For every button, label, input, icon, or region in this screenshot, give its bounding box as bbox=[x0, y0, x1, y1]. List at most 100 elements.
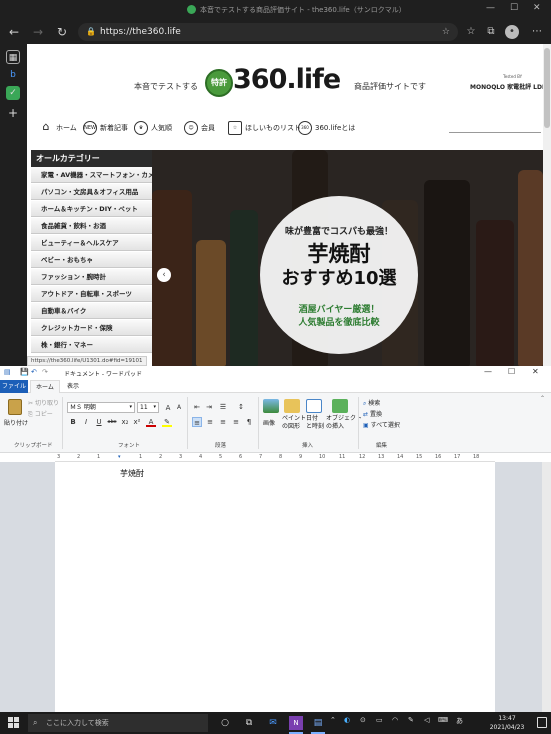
copy-button[interactable]: ⎘ コピー bbox=[28, 409, 53, 419]
network-icon[interactable]: ⊙ bbox=[360, 716, 366, 724]
wp-close-icon[interactable]: ✕ bbox=[532, 367, 539, 376]
bing-icon[interactable]: b bbox=[6, 68, 20, 82]
grow-font-icon[interactable]: A bbox=[163, 403, 173, 413]
underline-icon[interactable]: U bbox=[94, 417, 104, 427]
category-item[interactable]: 株・銀行・マネー bbox=[31, 337, 152, 353]
paint-drawing-icon[interactable] bbox=[284, 399, 300, 413]
category-item[interactable]: アウトドア・自転車・スポーツ bbox=[31, 286, 152, 302]
ime-indicator[interactable]: あ bbox=[456, 716, 463, 726]
text-color-icon[interactable]: A bbox=[146, 417, 156, 427]
insert-picture-button[interactable]: 画像 bbox=[263, 418, 275, 427]
maximize-icon[interactable]: ☐ bbox=[510, 3, 518, 13]
category-item[interactable]: ホーム＆キッチン・DIY・ペット bbox=[31, 201, 152, 217]
justify-icon[interactable]: ≡ bbox=[231, 417, 241, 427]
mail-icon[interactable]: ✉ bbox=[266, 716, 280, 730]
datetime-button[interactable]: 日付 と時刻 bbox=[306, 415, 324, 431]
onenote-icon[interactable]: N bbox=[289, 716, 303, 730]
decrease-indent-icon[interactable]: ⇤ bbox=[192, 402, 202, 412]
tab-home[interactable]: ホーム bbox=[30, 380, 60, 393]
profile-avatar-icon[interactable]: • bbox=[505, 25, 519, 39]
notification-icon[interactable] bbox=[537, 717, 547, 728]
new-tab-icon[interactable]: + bbox=[6, 106, 20, 120]
nav-home[interactable]: ⌂ ホーム bbox=[39, 120, 77, 136]
paint-drawing-button[interactable]: ペイント の図形 bbox=[282, 415, 306, 431]
italic-icon[interactable]: I bbox=[81, 417, 91, 427]
line-spacing-icon[interactable]: ↕ bbox=[236, 402, 246, 412]
show-hidden-icons-icon[interactable]: ⌃ bbox=[330, 716, 336, 724]
favorite-star-icon[interactable]: ☆ bbox=[442, 23, 450, 41]
task-view-icon[interactable]: ⧉ bbox=[242, 716, 256, 730]
ribbon-collapse-icon[interactable]: ⌃ bbox=[540, 395, 545, 402]
nav-wishlist[interactable]: ☆ ほしいものリスト bbox=[228, 120, 301, 136]
document-page[interactable]: 芋焼酎 bbox=[55, 462, 495, 712]
clock[interactable]: 13:47 2021/04/23 bbox=[482, 714, 532, 732]
category-item[interactable]: 食品雑貨・飲料・お酒 bbox=[31, 218, 152, 234]
volume-icon[interactable]: ◁ bbox=[424, 716, 429, 724]
nav-popular[interactable]: ♛ 人気順 bbox=[134, 120, 172, 136]
superscript-icon[interactable]: x² bbox=[132, 417, 142, 427]
align-center-icon[interactable]: ≡ bbox=[205, 417, 215, 427]
back-icon[interactable]: ← bbox=[6, 24, 22, 40]
nav-about[interactable]: 360 360.lifeとは bbox=[298, 120, 355, 136]
browser-scrollbar-thumb[interactable] bbox=[544, 48, 550, 128]
edge-icon[interactable]: ◐ bbox=[344, 716, 350, 724]
nav-member[interactable]: ☺ 会員 bbox=[184, 120, 215, 136]
logo-mark-icon[interactable]: 特許 bbox=[205, 69, 233, 97]
battery-icon[interactable]: ▭ bbox=[376, 716, 383, 724]
datetime-icon[interactable] bbox=[306, 399, 322, 413]
redo-icon[interactable]: ↷ bbox=[42, 368, 48, 376]
close-icon[interactable]: ✕ bbox=[533, 3, 541, 13]
save-icon[interactable]: 💾 bbox=[20, 368, 29, 376]
wifi-icon[interactable]: ◠ bbox=[392, 716, 398, 724]
subscript-icon[interactable]: x₂ bbox=[120, 417, 130, 427]
highlight-icon[interactable]: ✎ bbox=[162, 417, 172, 427]
align-left-icon[interactable]: ≡ bbox=[192, 417, 202, 427]
picture-icon[interactable] bbox=[263, 399, 279, 413]
tab-actions-icon[interactable]: ▦ bbox=[6, 50, 20, 64]
nav-new[interactable]: NEW 新着記事 bbox=[83, 120, 128, 136]
increase-indent-icon[interactable]: ⇥ bbox=[204, 402, 214, 412]
cortana-icon[interactable]: ○ bbox=[218, 716, 232, 730]
wp-minimize-icon[interactable]: — bbox=[484, 367, 492, 376]
minimize-icon[interactable]: — bbox=[486, 3, 495, 13]
favorites-icon[interactable]: ☆ bbox=[464, 25, 478, 39]
category-item[interactable]: 自動車＆バイク bbox=[31, 303, 152, 319]
insert-object-icon[interactable] bbox=[332, 399, 348, 413]
align-right-icon[interactable]: ≡ bbox=[218, 417, 228, 427]
category-item[interactable]: ベビー・おもちゃ bbox=[31, 252, 152, 268]
document-text[interactable]: 芋焼酎 bbox=[120, 468, 144, 479]
category-item[interactable]: ビューティー＆ヘルスケア bbox=[31, 235, 152, 251]
replace-button[interactable]: ⇄ 置換 bbox=[363, 409, 382, 418]
category-item[interactable]: 家電・AV機器・スマートフォン・カメラ bbox=[31, 167, 161, 183]
paragraph-settings-icon[interactable]: ¶ bbox=[244, 417, 254, 427]
select-all-button[interactable]: ▣ すべて選択 bbox=[363, 420, 400, 429]
category-item[interactable]: クレジットカード・保険 bbox=[31, 320, 152, 336]
shrink-font-icon[interactable]: A bbox=[174, 403, 184, 413]
collections-icon[interactable]: ⧉ bbox=[484, 25, 498, 39]
document-scrollbar[interactable] bbox=[542, 462, 551, 712]
active-tab-favicon-icon[interactable]: ✓ bbox=[6, 86, 20, 100]
category-item[interactable]: ファッション・腕時計 bbox=[31, 269, 152, 285]
find-button[interactable]: ⌕ 検索 bbox=[363, 398, 380, 408]
category-item[interactable]: パソコン・文房具＆オフィス用品 bbox=[31, 184, 152, 200]
carousel-prev-icon[interactable]: ‹ bbox=[157, 268, 171, 282]
bold-icon[interactable]: B bbox=[68, 417, 78, 427]
font-name-combo[interactable]: ＭＳ 明朝 ▾ bbox=[67, 402, 135, 413]
start-button[interactable] bbox=[8, 717, 19, 728]
insert-object-button[interactable]: オブジェクト の挿入 bbox=[326, 415, 362, 431]
tab-file[interactable]: ファイル bbox=[0, 380, 28, 393]
hero-banner[interactable]: 味が豊富でコスパも最強！ 芋焼酎 おすすめ10選 酒屋バイヤー厳選！ 人気製品を… bbox=[152, 150, 543, 366]
site-logo[interactable]: 360.life bbox=[233, 64, 341, 95]
pen-icon[interactable]: ✎ bbox=[408, 716, 414, 724]
address-bar[interactable]: 🔒 https://the360.life ☆ bbox=[78, 23, 458, 41]
taskbar-search[interactable]: ⌕ ここに入力して検索 bbox=[28, 714, 208, 732]
keyboard-icon[interactable]: ⌨ bbox=[438, 716, 448, 724]
wp-maximize-icon[interactable]: ☐ bbox=[508, 367, 515, 376]
tab-view[interactable]: 表示 bbox=[62, 380, 84, 393]
indent-marker-icon[interactable]: ▾ bbox=[118, 454, 121, 460]
forward-icon[interactable]: → bbox=[30, 24, 46, 40]
wordpad-taskbar-icon[interactable]: ▤ bbox=[311, 716, 325, 730]
paste-button[interactable]: 貼り付け bbox=[4, 418, 28, 427]
menu-dots-icon[interactable]: ⋯ bbox=[530, 25, 544, 39]
reload-icon[interactable]: ↻ bbox=[54, 24, 70, 40]
